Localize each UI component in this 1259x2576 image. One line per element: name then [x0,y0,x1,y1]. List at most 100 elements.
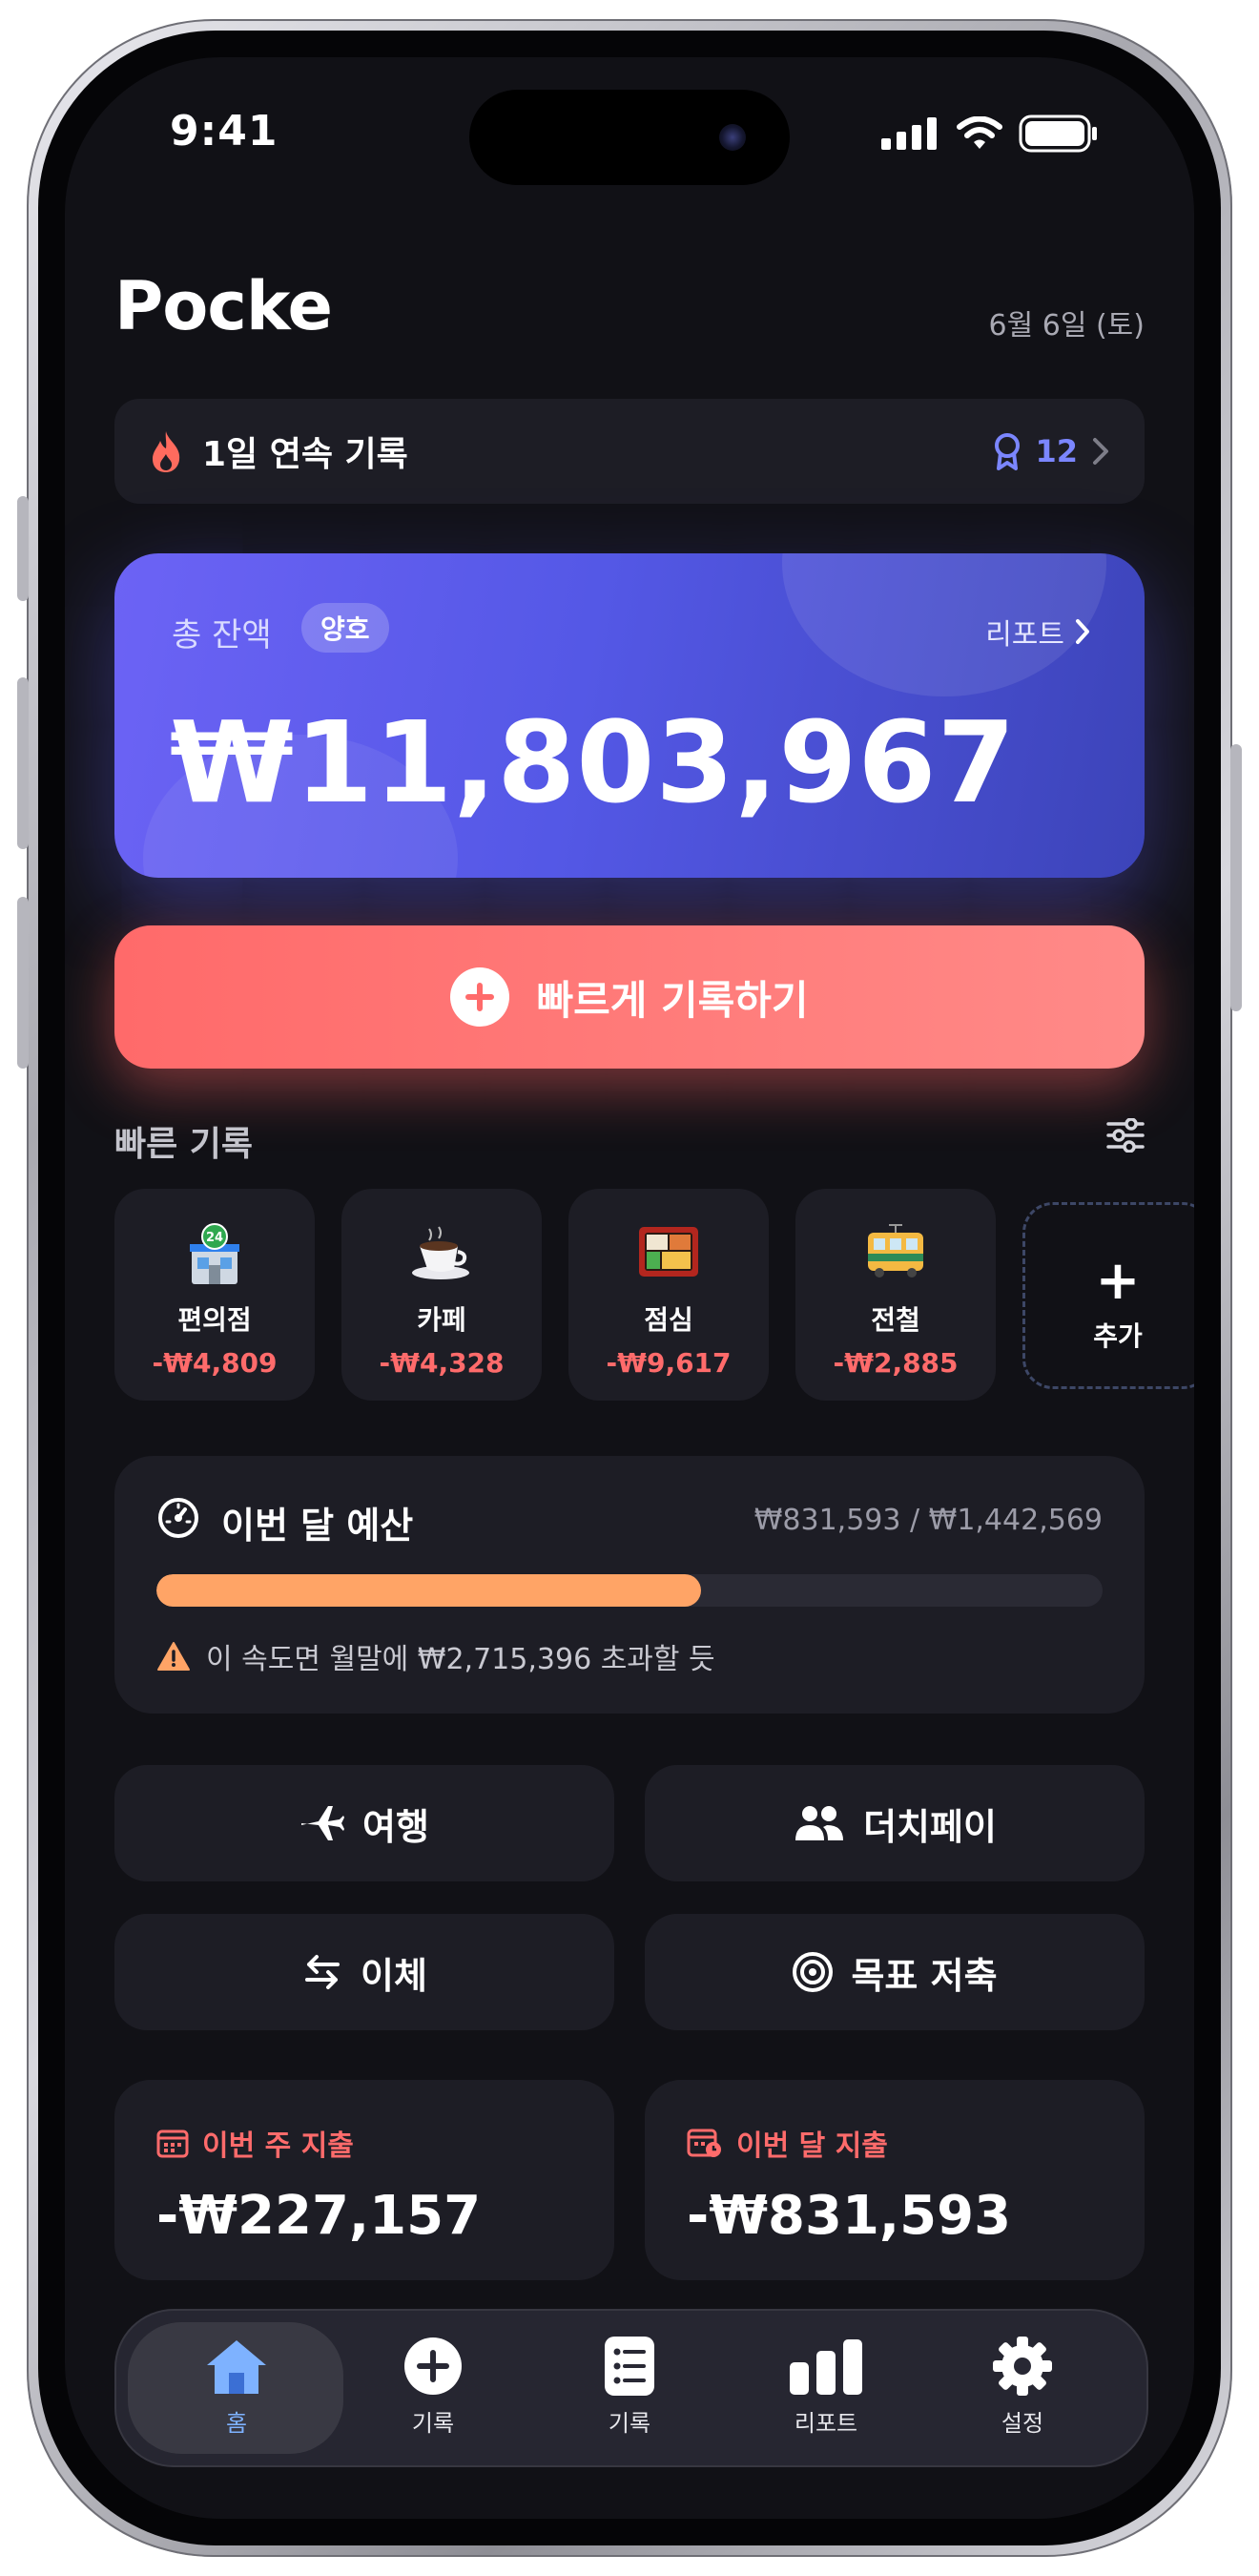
wifi-icon [957,116,1002,149]
bento-icon [639,1227,698,1277]
streak-label: 1일 연속 기록 [202,435,408,474]
quick-item-subway[interactable]: 전철 -₩2,885 [795,1189,996,1401]
power-button [1230,744,1242,1011]
quick-item-convenience-store[interactable]: 24 편의점 -₩4,809 [114,1189,315,1401]
coffee-icon [412,1226,469,1279]
plus-circle-icon [404,2337,462,2395]
tab-add-record[interactable]: 기록 [347,2332,519,2446]
quick-item-name: 카페 [417,1304,466,1336]
plus-icon [450,967,510,1027]
quick-item-price: -₩9,617 [606,1347,732,1379]
dynamic-island [469,90,790,185]
quick-record-label: 빠르게 기록하기 [536,976,809,1024]
quick-item-add-button[interactable]: + 추가 [1022,1202,1194,1389]
transfer-button[interactable]: 이체 [114,1914,614,2030]
monthly-budget-card[interactable]: 이번 달 예산 ₩831,593 / ₩1,442,569 이 속도면 월말에 … [114,1456,1145,1714]
travel-button[interactable]: 여행 [114,1765,614,1881]
weekly-spending-card[interactable]: 이번 주 지출 -₩227,157 [114,2080,614,2280]
quick-item-name: 점심 [644,1304,693,1336]
signal-icon [881,117,937,150]
quick-item-price: -₩2,885 [833,1347,959,1379]
tab-home[interactable]: 홈 [151,2332,322,2446]
home-icon [207,2340,266,2394]
dutch-pay-button[interactable]: 더치페이 [645,1765,1145,1881]
tab-report[interactable]: 리포트 [740,2332,912,2446]
tab-label: 설정 [1001,2410,1044,2437]
status-icons [881,114,1099,153]
calendar-icon [156,2129,189,2158]
action-button [17,496,29,601]
bar-chart-icon [790,2339,862,2395]
savings-goal-button[interactable]: 목표 저축 [645,1914,1145,2030]
monthly-spending-label: 이번 달 지출 [736,2129,888,2163]
weekly-spending-label: 이번 주 지출 [202,2129,354,2163]
savings-goal-label: 목표 저축 [851,1954,998,1997]
monthly-spending-amount: -₩831,593 [687,2185,1012,2247]
balance-amount: ₩11,803,967 [170,696,1017,828]
warning-icon [157,1642,190,1671]
calendar-clock-icon [687,2129,721,2157]
budget-value: ₩831,593 / ₩1,442,569 [753,1504,1103,1537]
report-link-label: 리포트 [985,618,1064,652]
streak-count: 12 [1035,433,1078,469]
weekly-spending-amount: -₩227,157 [156,2185,482,2247]
quick-section-title: 빠른 기록 [114,1125,254,1164]
balance-card[interactable]: 총 잔액 양호 리포트 ₩11,803,967 [114,553,1145,878]
status-badge: 양호 [301,603,389,653]
tab-label: 기록 [411,2410,455,2437]
tab-records[interactable]: 기록 [544,2332,715,2446]
quick-item-price: -₩4,809 [152,1347,278,1379]
dutch-pay-label: 더치페이 [863,1805,997,1848]
volume-up-button [17,677,29,849]
list-icon [605,2337,654,2396]
brand-logo: Pocke [114,267,333,345]
fire-icon [153,431,180,472]
quick-item-name: 편의점 [177,1304,252,1336]
quick-record-button[interactable]: 빠르게 기록하기 [114,925,1145,1069]
header-date: 6월 6일 (토) [988,309,1145,343]
airplane-icon [301,1806,345,1840]
sliders-icon[interactable] [1106,1118,1145,1153]
budget-warning: 이 속도면 월말에 ₩2,715,396 초과할 듯 [156,1635,715,1677]
tab-settings[interactable]: 설정 [937,2332,1108,2446]
transfer-label: 이체 [361,1954,427,1997]
battery-icon [1019,114,1097,153]
target-icon [793,1952,834,1992]
budget-warning-text: 이 속도면 월말에 ₩2,715,396 초과할 듯 [206,1643,715,1676]
tram-icon [868,1224,923,1278]
people-icon [795,1806,844,1840]
quick-item-cafe[interactable]: 카페 -₩4,328 [341,1189,542,1401]
streak-badge[interactable]: 12 [993,432,1110,470]
travel-label: 여행 [362,1805,429,1848]
svg-text:24: 24 [206,1231,223,1245]
app-screen: 9:41 Pocke 6월 6일 (토) 1일 연속 기록 12 총 잔액 양호… [65,57,1194,2519]
convenience-store-icon: 24 [190,1223,239,1284]
gear-icon [993,2337,1052,2396]
streak-banner[interactable]: 1일 연속 기록 12 [114,399,1145,504]
status-time: 9:41 [170,107,279,156]
balance-label: 총 잔액 [172,616,272,654]
gauge-icon [158,1498,198,1538]
volume-down-button [17,897,29,1069]
quick-item-name: 전철 [871,1304,920,1336]
chevron-right-icon [1076,619,1089,644]
weekly-spending-header: 이번 주 지출 [156,2122,354,2164]
budget-progress-track [156,1574,1103,1607]
monthly-spending-card[interactable]: 이번 달 지출 -₩831,593 [645,2080,1145,2280]
report-link[interactable]: 리포트 [985,611,1091,653]
plus-icon: + [1095,1250,1141,1312]
front-camera [719,124,746,151]
quick-item-lunch[interactable]: 점심 -₩9,617 [568,1189,769,1401]
tab-label: 리포트 [794,2410,858,2437]
quick-item-price: -₩4,328 [379,1347,505,1379]
quick-add-label: 추가 [1093,1320,1143,1352]
award-ribbon-icon [995,433,1021,470]
tab-label: 기록 [608,2410,651,2437]
monthly-spending-header: 이번 달 지출 [687,2122,888,2164]
tab-label: 홈 [225,2410,248,2437]
budget-progress-fill [156,1574,702,1607]
transfer-icon [305,1955,341,1989]
tab-bar: 홈 기록 기록 리포트 설정 [114,2309,1148,2467]
budget-title: 이번 달 예산 [221,1505,414,1547]
chevron-right-icon [1093,438,1108,465]
